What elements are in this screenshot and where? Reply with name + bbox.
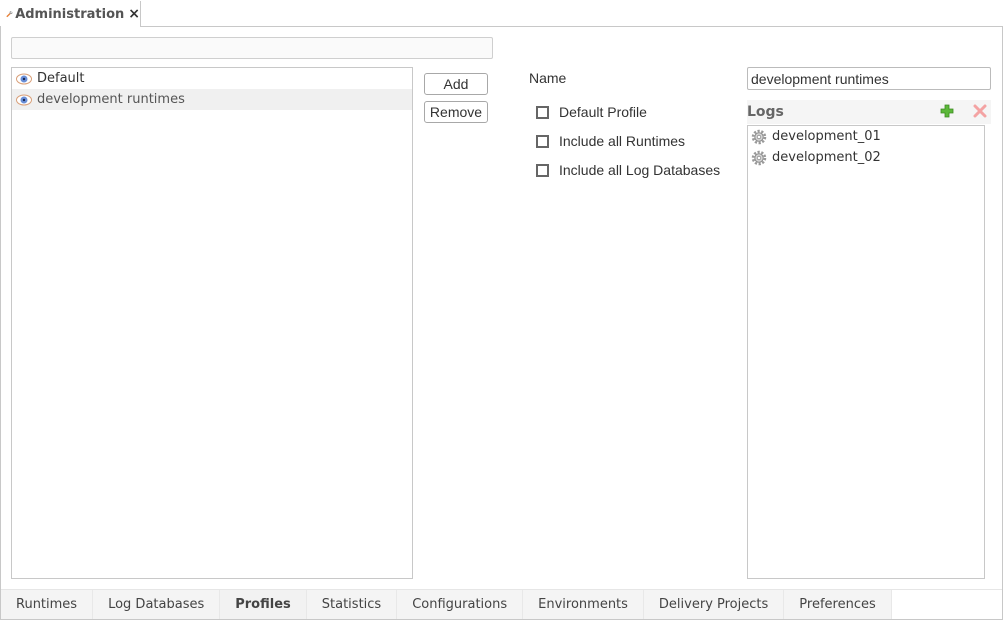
profile-label: development runtimes [37, 92, 185, 107]
gear-icon [751, 129, 767, 144]
default-profile-checkbox-row[interactable]: Default Profile [536, 104, 647, 120]
tab-delivery-projects[interactable]: Delivery Projects [643, 590, 785, 619]
bottom-tab-bar: Runtimes Log Databases Profiles Statisti… [1, 589, 1002, 619]
profile-list-item-default[interactable]: Default [12, 68, 412, 89]
tab-profiles[interactable]: Profiles [220, 590, 307, 619]
include-all-log-databases-checkbox[interactable] [536, 163, 549, 177]
profile-filter-input[interactable] [11, 37, 493, 59]
name-label: Name [529, 70, 567, 86]
profile-name-input[interactable] [747, 67, 991, 90]
editor-tabstrip: Administration × [0, 0, 1003, 27]
logs-title: Logs [747, 104, 784, 120]
close-icon[interactable]: × [128, 6, 140, 22]
profile-label: Default [37, 71, 85, 86]
log-list-item[interactable]: development_01 [748, 126, 984, 147]
logs-header: Logs [747, 100, 991, 124]
gear-icon [751, 150, 767, 165]
tab-environments[interactable]: Environments [523, 590, 644, 619]
tab-configurations[interactable]: Configurations [397, 590, 524, 619]
tab-runtimes[interactable]: Runtimes [1, 590, 94, 619]
log-list-item[interactable]: development_02 [748, 147, 984, 168]
wrench-icon [6, 10, 13, 18]
logs-list[interactable]: development_01 development_02 [747, 125, 985, 579]
x-icon[interactable] [973, 104, 987, 118]
include-all-runtimes-checkbox-row[interactable]: Include all Runtimes [536, 133, 685, 149]
checkbox-label: Include all Runtimes [559, 133, 686, 149]
plus-icon[interactable] [940, 104, 954, 118]
include-all-log-databases-checkbox-row[interactable]: Include all Log Databases [536, 162, 720, 178]
profile-list-item-development-runtimes[interactable]: development runtimes [12, 89, 412, 110]
tab-statistics[interactable]: Statistics [306, 590, 398, 619]
default-profile-checkbox[interactable] [536, 105, 549, 119]
add-profile-button[interactable]: Add [424, 73, 488, 95]
editor-tab-title: Administration [15, 6, 125, 22]
profile-list[interactable]: Default development runtimes [11, 67, 413, 579]
checkbox-label: Include all Log Databases [559, 162, 721, 178]
tab-log-databases[interactable]: Log Databases [93, 590, 221, 619]
editor-tab-administration[interactable]: Administration × [1, 1, 141, 27]
eye-icon [16, 94, 32, 105]
remove-profile-button[interactable]: Remove [424, 101, 488, 123]
tab-preferences[interactable]: Preferences [784, 590, 892, 619]
eye-icon [16, 73, 32, 84]
log-label: development_01 [772, 129, 881, 144]
log-label: development_02 [772, 150, 881, 165]
include-all-runtimes-checkbox[interactable] [536, 134, 549, 148]
checkbox-label: Default Profile [559, 104, 647, 120]
